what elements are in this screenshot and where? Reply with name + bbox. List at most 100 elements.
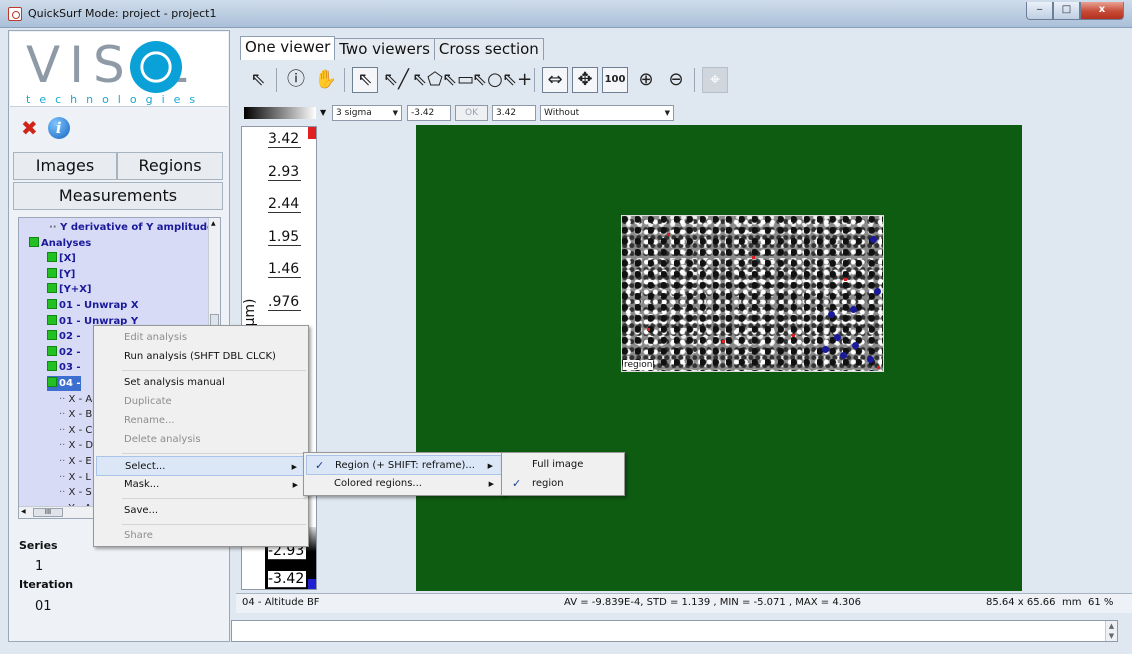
tree-item[interactable]: Analyses bbox=[29, 236, 91, 251]
status-square-icon bbox=[47, 267, 57, 278]
menu-mask[interactable]: Mask... ▶ bbox=[96, 475, 306, 495]
tab-measurements[interactable]: Measurements bbox=[13, 182, 223, 210]
tab-regions[interactable]: Regions bbox=[117, 152, 223, 180]
info-icon[interactable]: i bbox=[47, 117, 70, 139]
menu-full-image[interactable]: Full image bbox=[504, 455, 622, 475]
tree-item[interactable]: 01 - Unwrap X bbox=[47, 298, 139, 313]
app-icon bbox=[8, 7, 22, 21]
region-image[interactable]: region bbox=[621, 215, 884, 372]
tree-item[interactable]: 02 - bbox=[47, 329, 81, 344]
menu-select[interactable]: Select... ▶ bbox=[96, 456, 306, 476]
tree-item[interactable]: ·· X - E bbox=[59, 454, 92, 469]
fit-width-icon[interactable]: ⇔ bbox=[542, 67, 568, 93]
submenu-arrow-icon: ▶ bbox=[292, 481, 298, 489]
red-region-dot bbox=[667, 233, 670, 236]
menu-colored-regions[interactable]: Colored regions... ▶ bbox=[306, 474, 502, 494]
window-titlebar: QuickSurf Mode: project - project1 ‒ □ x bbox=[0, 0, 1132, 28]
crosshair-icon[interactable]: ⌖ bbox=[702, 67, 728, 93]
scroll-left-icon[interactable]: ◀ bbox=[21, 508, 26, 515]
zoom-out-icon[interactable]: ⊖ bbox=[662, 66, 690, 94]
ok-button[interactable]: OK bbox=[455, 105, 488, 121]
zoom-in-icon[interactable]: ⊕ bbox=[632, 66, 660, 94]
blue-region-dot bbox=[834, 334, 841, 341]
draw-line-icon[interactable]: ⇖╱ bbox=[382, 66, 410, 94]
tree-connector-icon: ·· bbox=[59, 487, 69, 499]
colormap-gradient[interactable] bbox=[244, 107, 316, 119]
tree-item[interactable]: [X] bbox=[47, 251, 76, 266]
tab-one-viewer[interactable]: One viewer bbox=[240, 36, 336, 60]
scale-tick-label: 1.46 bbox=[268, 261, 302, 278]
tab-two-viewers[interactable]: Two viewers bbox=[334, 38, 435, 60]
scale-max-marker bbox=[308, 127, 316, 139]
check-icon: ✓ bbox=[512, 477, 522, 490]
menu-edit-analysis[interactable]: Edit analysis bbox=[96, 328, 306, 348]
tree-item[interactable]: [Y+X] bbox=[47, 282, 91, 297]
tree-item-label: X - A bbox=[68, 393, 93, 405]
menu-run-analysis[interactable]: Run analysis (SHFT DBL CLCK) bbox=[96, 347, 306, 367]
menu-share[interactable]: Share bbox=[96, 526, 306, 546]
draw-rectangle-icon[interactable]: ⇖▭ bbox=[442, 66, 474, 94]
menu-set-analysis-manual[interactable]: Set analysis manual bbox=[96, 373, 306, 393]
tree-item[interactable]: ·· X - A bbox=[59, 392, 92, 407]
tree-item[interactable]: 03 - bbox=[47, 360, 81, 375]
menu-rename[interactable]: Rename... bbox=[96, 411, 306, 431]
context-menu: Edit analysis Run analysis (SHFT DBL CLC… bbox=[93, 325, 309, 547]
tree-item[interactable]: ·· X - L bbox=[59, 470, 91, 485]
main-area: One viewer Two viewers Cross section ⇖ ⓘ… bbox=[231, 30, 1132, 654]
tree-item-label: 01 - Unwrap X bbox=[59, 300, 139, 311]
tree-hscroll-thumb[interactable]: III bbox=[33, 508, 63, 517]
window-controls: ‒ □ x bbox=[1026, 2, 1124, 20]
close-button[interactable]: x bbox=[1080, 2, 1124, 20]
tree-item-label: X - B bbox=[68, 409, 93, 421]
tree-item[interactable]: ·· X - C bbox=[59, 423, 92, 438]
blue-region-dot bbox=[852, 342, 859, 349]
delete-x-icon[interactable]: ✖ bbox=[21, 117, 38, 141]
status-square-icon bbox=[29, 236, 39, 247]
tree-item[interactable]: ·· X - D bbox=[59, 438, 93, 453]
select-region-icon[interactable]: ⇖ bbox=[352, 67, 378, 93]
maximize-button[interactable]: □ bbox=[1053, 2, 1080, 20]
scroll-up-icon[interactable]: ▲ bbox=[211, 220, 216, 227]
scale-tick-label: 1.95 bbox=[268, 228, 302, 246]
menu-duplicate[interactable]: Duplicate bbox=[96, 392, 306, 412]
menu-save[interactable]: Save... bbox=[96, 501, 306, 521]
mode-select[interactable]: Without ▼ bbox=[540, 105, 674, 121]
tree-item-label: [Y] bbox=[59, 268, 76, 280]
tree-item[interactable]: [Y] bbox=[47, 267, 75, 282]
info-probe-icon[interactable]: ⓘ bbox=[282, 66, 310, 94]
zoom-100-icon[interactable]: 100 bbox=[602, 67, 628, 93]
red-region-dot bbox=[752, 256, 755, 259]
tree-item[interactable]: 02 - bbox=[47, 345, 81, 360]
menu-region-item[interactable]: ✓ region bbox=[504, 474, 622, 494]
tree-item[interactable]: ·· Y derivative of Y amplitude bbox=[49, 220, 214, 235]
command-input[interactable]: ▲ ▼ bbox=[231, 620, 1118, 642]
tree-item[interactable]: ·· X - B bbox=[59, 407, 92, 422]
fit-all-icon[interactable]: ✥ bbox=[572, 67, 598, 93]
menu-region-reframe[interactable]: ✓ Region (+ SHIFT: reframe)... ▶ bbox=[306, 455, 502, 475]
view-tabs: One viewer Two viewers Cross section bbox=[240, 36, 544, 60]
menu-delete-analysis[interactable]: Delete analysis bbox=[96, 430, 306, 450]
tab-images[interactable]: Images bbox=[13, 152, 117, 180]
pan-hand-icon[interactable]: ✋ bbox=[312, 66, 340, 94]
draw-polygon-icon[interactable]: ⇖⬠ bbox=[412, 66, 443, 94]
window-title: QuickSurf Mode: project - project1 bbox=[28, 7, 217, 20]
colormap-dropdown-icon[interactable]: ▼ bbox=[320, 108, 326, 117]
tab-cross-section[interactable]: Cross section bbox=[433, 38, 544, 60]
tree-item-label: 03 - bbox=[59, 362, 81, 374]
draw-ellipse-icon[interactable]: ⇖○ bbox=[472, 66, 503, 94]
blue-region-dot bbox=[828, 311, 835, 318]
tree-item[interactable]: ·· X - S bbox=[59, 485, 92, 500]
minimize-button[interactable]: ‒ bbox=[1026, 2, 1053, 20]
command-scroll[interactable]: ▲ ▼ bbox=[1105, 621, 1117, 641]
scale-tick-label: .976 bbox=[268, 293, 302, 311]
tree-connector-icon: ·· bbox=[49, 222, 61, 233]
add-point-icon[interactable]: ⇖+ bbox=[502, 66, 532, 94]
tree-item[interactable]: 04 - bbox=[47, 376, 81, 391]
sigma-select[interactable]: 3 sigma ▼ bbox=[332, 105, 402, 121]
max-input[interactable]: 3.42 bbox=[492, 105, 536, 121]
scale-tick-label: 2.44 bbox=[268, 196, 302, 213]
min-input[interactable]: -3.42 bbox=[407, 105, 451, 121]
image-canvas[interactable]: region bbox=[416, 125, 1022, 591]
pointer-icon[interactable]: ⇖ bbox=[244, 66, 272, 94]
tree-item-label: X - L bbox=[68, 471, 91, 483]
